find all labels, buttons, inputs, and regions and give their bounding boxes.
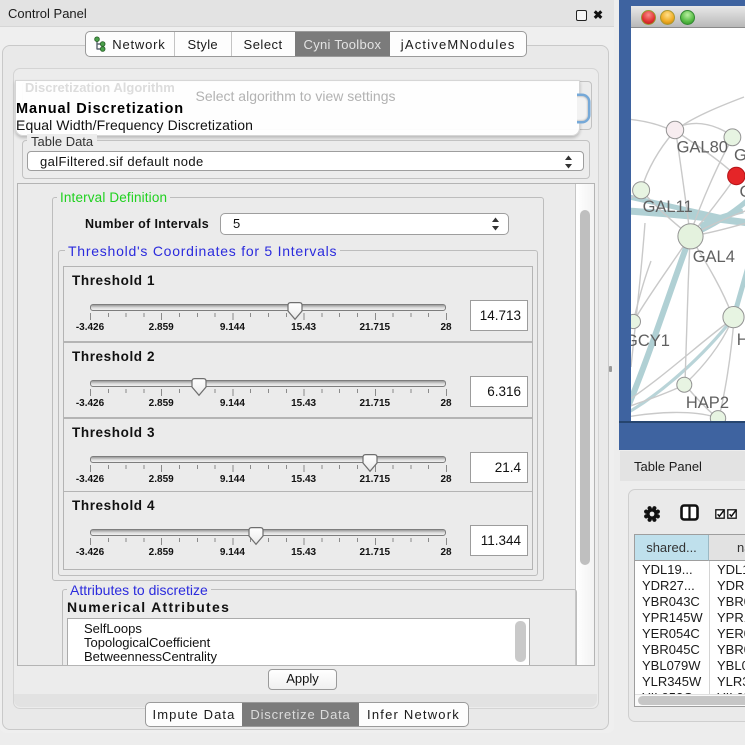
svg-text:GAL11: GAL11 xyxy=(643,198,693,216)
svg-text:H: H xyxy=(737,331,745,349)
svg-text:GCY1: GCY1 xyxy=(631,332,670,350)
svg-text:GAL4: GAL4 xyxy=(693,248,735,266)
svg-text:C: C xyxy=(740,183,745,201)
svg-text:GA: GA xyxy=(734,147,745,165)
svg-text:GAL80: GAL80 xyxy=(677,139,728,157)
svg-text:HAP2: HAP2 xyxy=(686,394,729,412)
